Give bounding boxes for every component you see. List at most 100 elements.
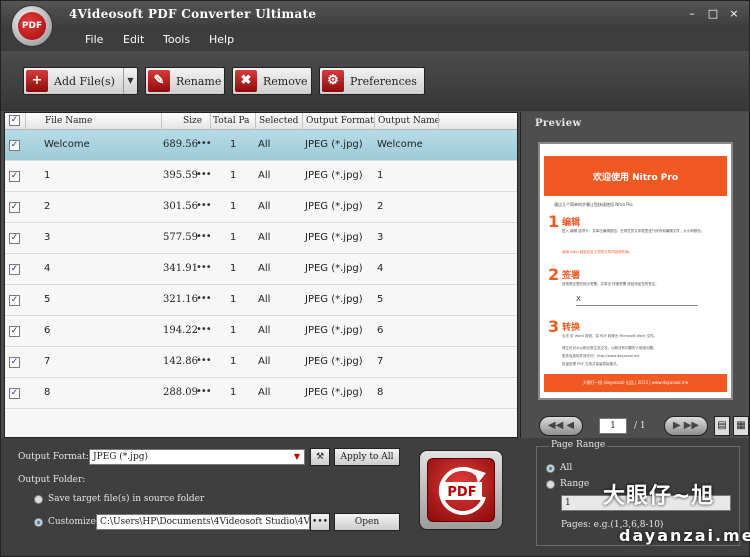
output-name-cell[interactable]: 7 <box>377 356 383 367</box>
preferences-button[interactable]: ⚙ Preferences <box>319 67 425 95</box>
selected-cell[interactable]: All <box>258 387 270 398</box>
selected-cell[interactable]: All <box>258 232 270 243</box>
row-checkbox[interactable]: ✓ <box>9 264 20 275</box>
output-name-cell[interactable]: Welcome <box>377 139 423 150</box>
row-checkbox[interactable]: ✓ <box>9 202 20 213</box>
open-folder-icon[interactable]: ▦ <box>733 416 749 436</box>
page-number-field[interactable]: 1 <box>599 418 627 434</box>
page-range-range-radio[interactable] <box>546 480 555 489</box>
output-format-cell[interactable]: JPEG (*.jpg) <box>305 170 363 181</box>
more-icon[interactable]: ••• <box>196 262 212 273</box>
more-icon[interactable]: ••• <box>196 386 212 397</box>
convert-button[interactable]: PDF <box>419 450 503 530</box>
table-row[interactable]: ✓ 7 142.86 ••• 1 All JPEG (*.jpg) 7 <box>5 347 517 378</box>
rename-button[interactable]: ✎ Rename <box>145 67 225 95</box>
selected-cell[interactable]: All <box>258 263 270 274</box>
output-format-cell[interactable]: JPEG (*.jpg) <box>305 325 363 336</box>
output-format-select[interactable]: JPEG (*.jpg) ▼ <box>89 449 305 465</box>
page-range-range-label[interactable]: Range <box>560 479 589 489</box>
remove-button[interactable]: ✖ Remove <box>232 67 312 95</box>
output-name-cell[interactable]: 2 <box>377 201 383 212</box>
col-size[interactable]: Size <box>183 116 202 126</box>
menu-file[interactable]: File <box>85 33 103 46</box>
selected-cell[interactable]: All <box>258 356 270 367</box>
output-format-cell[interactable]: JPEG (*.jpg) <box>305 387 363 398</box>
row-checkbox[interactable]: ✓ <box>9 140 20 151</box>
open-folder-button[interactable]: Open <box>334 513 400 531</box>
close-button[interactable]: × <box>725 6 743 22</box>
add-files-button[interactable]: + Add File(s) ▼ <box>23 67 138 95</box>
row-checkbox[interactable]: ✓ <box>9 357 20 368</box>
next-last-page-button[interactable]: ▶ ▶▶ <box>664 416 708 436</box>
format-settings-button[interactable]: ⚒ <box>310 448 330 466</box>
doc-step-1-num: 1 <box>548 212 560 231</box>
output-name-cell[interactable]: 8 <box>377 387 383 398</box>
maximize-button[interactable]: □ <box>704 6 722 22</box>
output-path-field[interactable]: C:\Users\HP\Documents\4Videosoft Studio\… <box>96 514 310 530</box>
table-row[interactable]: ✓ 3 577.59 ••• 1 All JPEG (*.jpg) 3 <box>5 223 517 254</box>
more-icon[interactable]: ••• <box>196 324 212 335</box>
output-format-cell[interactable]: JPEG (*.jpg) <box>305 294 363 305</box>
page-range-all-radio[interactable] <box>546 464 555 473</box>
more-icon[interactable]: ••• <box>196 231 212 242</box>
col-output-name[interactable]: Output Name <box>378 116 440 126</box>
chevron-down-icon[interactable]: ▼ <box>123 68 137 94</box>
more-icon[interactable]: ••• <box>196 138 212 149</box>
output-name-cell[interactable]: 1 <box>377 170 383 181</box>
menu-help[interactable]: Help <box>209 33 234 46</box>
output-format-cell[interactable]: JPEG (*.jpg) <box>305 232 363 243</box>
output-name-cell[interactable]: 5 <box>377 294 383 305</box>
minimize-button[interactable]: – <box>683 6 701 22</box>
table-row[interactable]: ✓ 6 194.22 ••• 1 All JPEG (*.jpg) 6 <box>5 316 517 347</box>
selected-cell[interactable]: All <box>258 170 270 181</box>
row-checkbox[interactable]: ✓ <box>9 233 20 244</box>
output-name-cell[interactable]: 3 <box>377 232 383 243</box>
output-format-cell[interactable]: JPEG (*.jpg) <box>305 263 363 274</box>
table-row[interactable]: ✓ 2 301.56 ••• 1 All JPEG (*.jpg) 2 <box>5 192 517 223</box>
table-row[interactable]: ✓ 4 341.91 ••• 1 All JPEG (*.jpg) 4 <box>5 254 517 285</box>
row-checkbox[interactable]: ✓ <box>9 326 20 337</box>
menu-tools[interactable]: Tools <box>163 33 190 46</box>
selected-cell[interactable]: All <box>258 294 270 305</box>
selected-cell[interactable]: All <box>258 325 270 336</box>
more-icon[interactable]: ••• <box>196 169 212 180</box>
customize-label[interactable]: Customize: <box>48 517 99 527</box>
preview-page: 欢迎使用 Nitro Pro 通过几个简单的步骤让您快速使用 Nitro Pro… <box>538 142 733 400</box>
selected-cell[interactable]: All <box>258 139 270 150</box>
more-icon[interactable]: ••• <box>196 293 212 304</box>
col-total-pages[interactable]: Total Pa <box>213 116 249 126</box>
table-row[interactable]: ✓ 1 395.59 ••• 1 All JPEG (*.jpg) 1 <box>5 161 517 192</box>
page-range-all-label[interactable]: All <box>560 463 572 473</box>
add-files-label: Add File(s) <box>54 75 115 88</box>
selected-cell[interactable]: All <box>258 201 270 212</box>
row-checkbox[interactable]: ✓ <box>9 171 20 182</box>
browse-button[interactable]: ••• <box>310 513 330 531</box>
more-icon[interactable]: ••• <box>196 355 212 366</box>
doc-step-1-note: 使用 Nitro 轻松自定义您的文件内容和布局。 <box>562 250 633 254</box>
output-format-cell[interactable]: JPEG (*.jpg) <box>305 201 363 212</box>
file-list: ✓ File Name Size Total Pa Selected Outpu… <box>4 112 518 438</box>
more-icon[interactable]: ••• <box>196 200 212 211</box>
customize-radio[interactable] <box>34 518 43 527</box>
row-checkbox[interactable]: ✓ <box>9 295 20 306</box>
table-row[interactable]: ✓ 5 321.16 ••• 1 All JPEG (*.jpg) 5 <box>5 285 517 316</box>
doc-step-3-body: 点击 至 Word 按钮，将 PDF 转换为 Microsoft Word 文件… <box>562 334 658 338</box>
col-selected[interactable]: Selected <box>259 116 298 126</box>
first-prev-page-button[interactable]: ◀◀ ◀ <box>539 416 583 436</box>
output-name-cell[interactable]: 4 <box>377 263 383 274</box>
col-output-format[interactable]: Output Format <box>306 116 374 126</box>
save-source-radio[interactable] <box>34 495 43 504</box>
output-name-cell[interactable]: 6 <box>377 325 383 336</box>
output-format-cell[interactable]: JPEG (*.jpg) <box>305 356 363 367</box>
output-format-cell[interactable]: JPEG (*.jpg) <box>305 139 363 150</box>
select-all-checkbox[interactable]: ✓ <box>9 115 20 126</box>
table-row[interactable]: ✓ Welcome 689.56 ••• 1 All JPEG (*.jpg) … <box>5 130 517 161</box>
row-checkbox[interactable]: ✓ <box>9 388 20 399</box>
save-source-label[interactable]: Save target file(s) in source folder <box>48 494 204 504</box>
apply-to-all-button[interactable]: Apply to All <box>334 448 400 466</box>
snapshot-icon[interactable]: ▤ <box>714 416 730 436</box>
table-row[interactable]: ✓ 8 288.09 ••• 1 All JPEG (*.jpg) 8 <box>5 378 517 409</box>
menu-edit[interactable]: Edit <box>123 33 144 46</box>
rename-label: Rename <box>176 75 222 88</box>
col-file-name[interactable]: File Name <box>45 116 92 126</box>
